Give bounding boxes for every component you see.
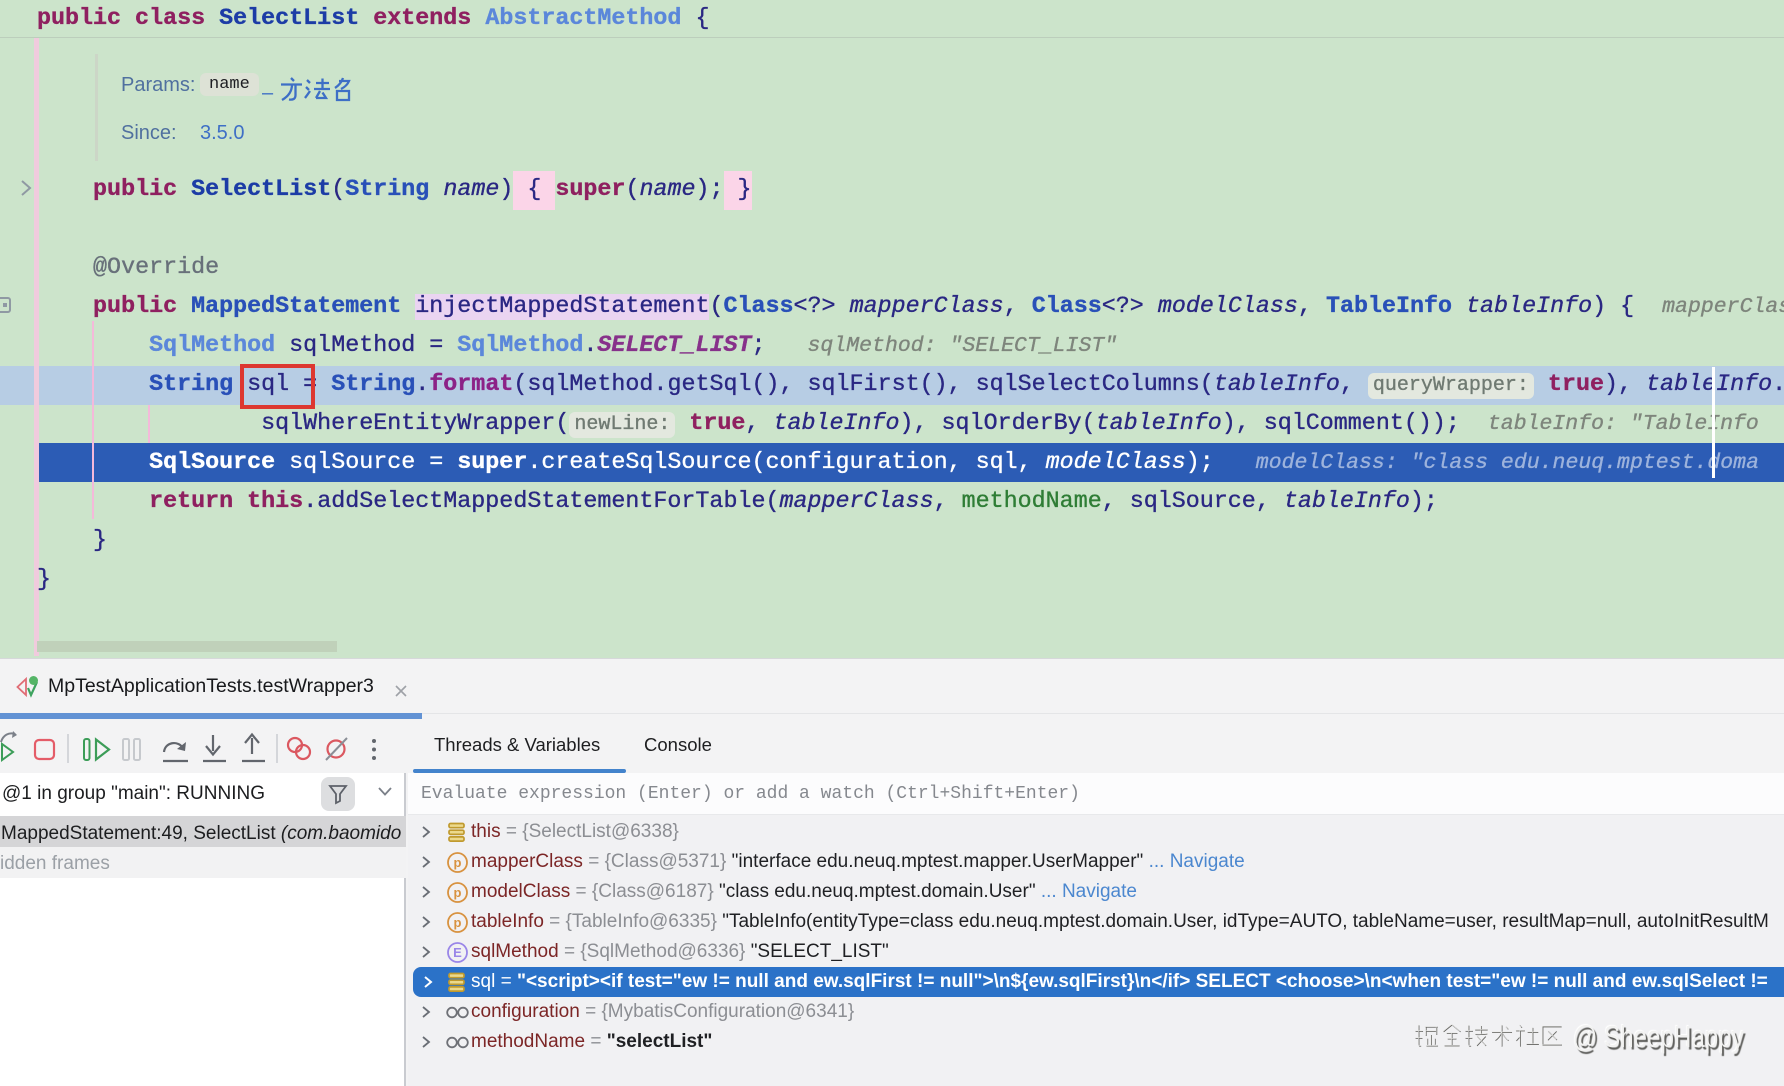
svg-text:E: E [453,945,462,960]
svg-text:p: p [454,885,462,900]
svg-text:p: p [454,855,462,870]
svg-text:p: p [454,915,462,930]
